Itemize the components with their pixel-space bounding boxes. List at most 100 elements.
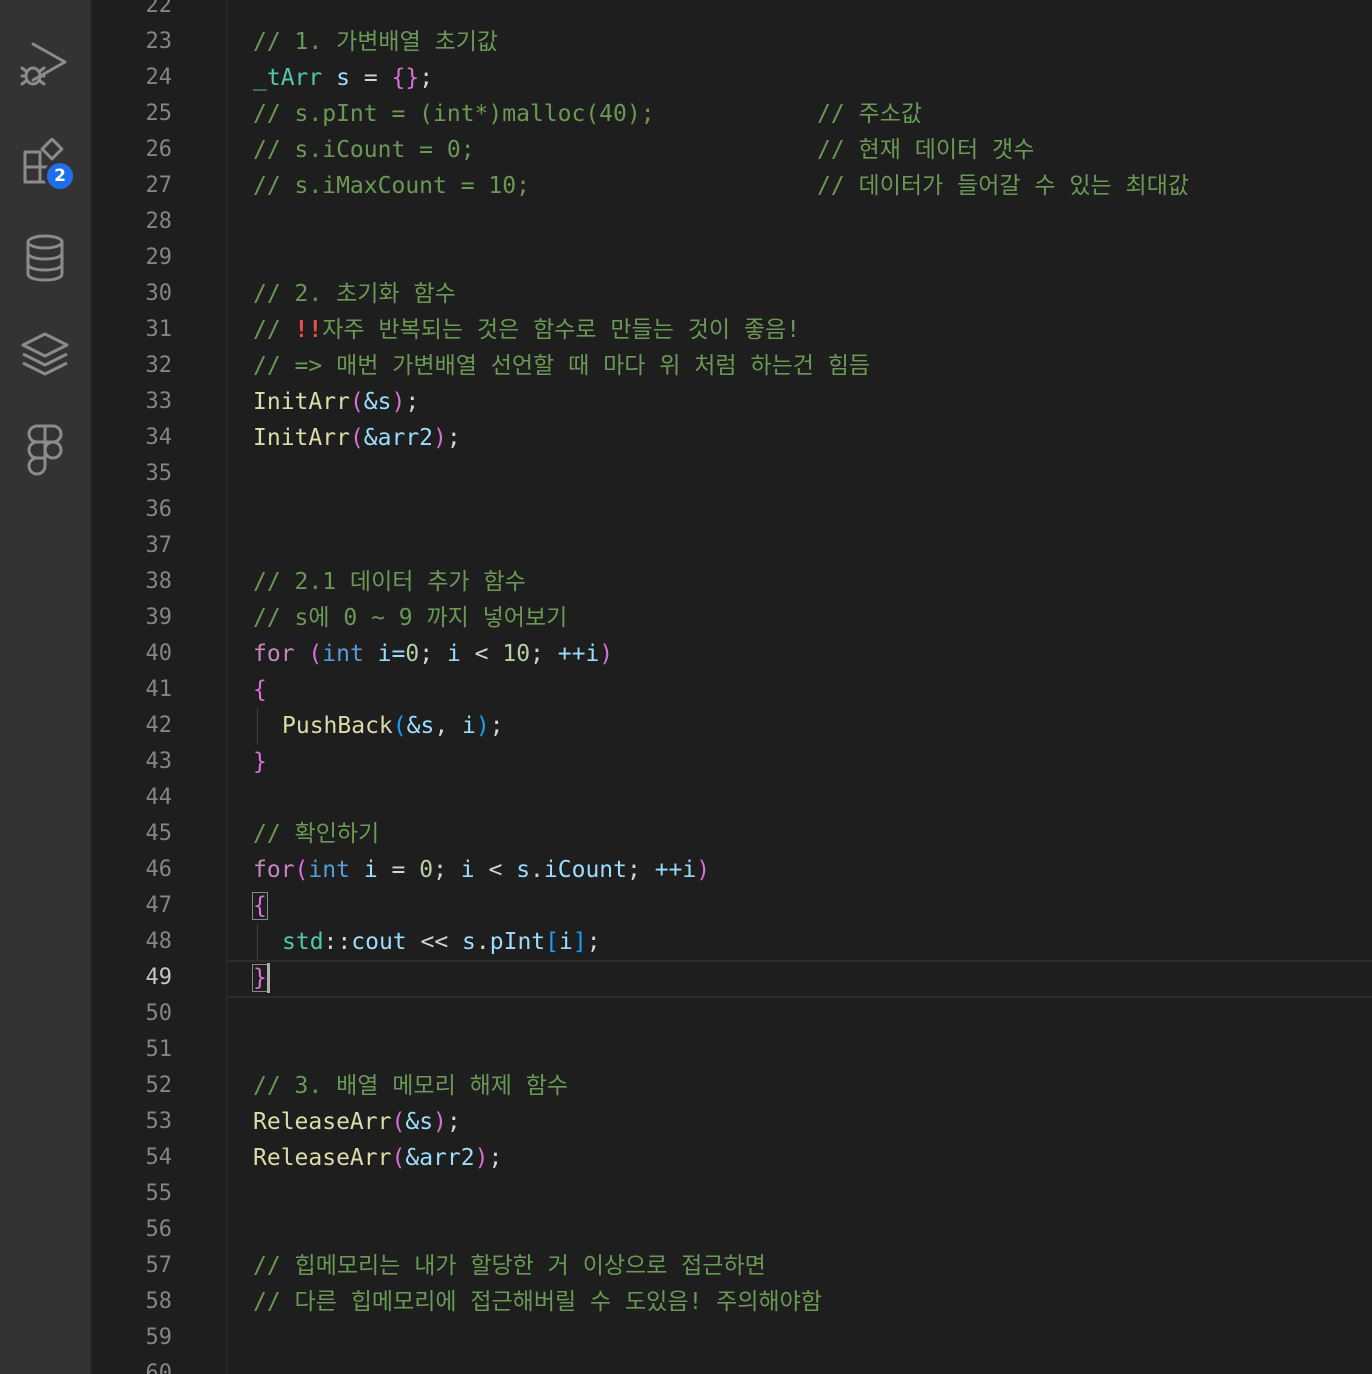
line-number: 47 — [145, 893, 173, 918]
line-number: 48 — [145, 929, 173, 954]
argument: &arr2 — [363, 425, 434, 451]
argument: &s — [363, 389, 392, 415]
code-line-58: // 다른 힙메모리에 접근해버릴 수 도있음! 주의해야함 — [253, 1289, 822, 1315]
argument: &arr2 — [405, 1145, 475, 1171]
index-var: i — [559, 929, 573, 955]
line-number: 43 — [145, 749, 173, 774]
line-number: 51 — [145, 1037, 173, 1062]
layers-icon — [21, 332, 69, 376]
brace-close: } — [405, 65, 420, 91]
code-line-46: for(int i = 0; i < s.iCount; ++i) — [253, 857, 711, 883]
line-number: 56 — [145, 1217, 173, 1242]
loop-init: i= — [377, 641, 406, 667]
line-number: 28 — [145, 209, 173, 234]
run-debug-icon — [20, 42, 67, 86]
code-editor-window: 2 22 23 24 25 26 27 28 29 30 31 32 33 34… — [0, 0, 1372, 1374]
code-line-49: } — [252, 960, 268, 996]
code-line-33: InitArr(&s); — [253, 389, 420, 415]
line-number: 46 — [145, 857, 173, 882]
keyword-for: for — [253, 641, 295, 667]
line-number: 34 — [145, 425, 173, 450]
line-number: 45 — [145, 821, 173, 846]
line-number: 29 — [145, 245, 173, 270]
function-name: InitArr — [253, 425, 350, 451]
object-name: s — [462, 929, 476, 955]
code-line-54: ReleaseArr(&arr2); — [253, 1145, 503, 1171]
code-line-48: std::cout << s.pInt[i]; — [282, 929, 601, 955]
commented-code: // s.iCount = 0; — [253, 137, 475, 163]
operator: < — [460, 641, 503, 667]
code-line-45: // 확인하기 — [253, 821, 380, 847]
code-line-41: { — [253, 677, 267, 703]
comment-prefix: // — [253, 317, 295, 343]
comment-text: 자주 반복되는 것은 함수로 만들는 것이 좋음! — [322, 317, 801, 343]
indent-guide — [257, 708, 258, 744]
code-line-31: // !!자주 반복되는 것은 함수로 만들는 것이 좋음! — [253, 312, 800, 348]
line-number: 52 — [145, 1073, 173, 1098]
line-number: 60 — [145, 1361, 173, 1374]
line-number: 58 — [145, 1289, 173, 1314]
loop-var: i — [446, 641, 461, 667]
function-name: ReleaseArr — [253, 1109, 392, 1135]
argument: i — [462, 713, 476, 739]
stream-object: cout — [351, 929, 407, 955]
code-line-47: { — [252, 888, 268, 924]
argument: &s — [405, 1109, 434, 1135]
line-number: 39 — [145, 605, 173, 630]
line-number: 42 — [145, 713, 173, 738]
increment: ++i — [654, 857, 697, 883]
function-name: PushBack — [282, 713, 393, 739]
member-name: pInt — [489, 929, 546, 955]
commented-code: // s.iMaxCount = 10; — [253, 173, 530, 199]
line-number: 22 — [145, 0, 173, 18]
code-line-25: // s.pInt = (int*)malloc(40); — [253, 96, 655, 132]
database-icon — [26, 234, 64, 282]
line-number: 26 — [145, 137, 173, 162]
line-number: 32 — [145, 353, 173, 378]
variable-name: s — [336, 65, 350, 91]
keyword-int: int — [308, 857, 350, 883]
line-number: 23 — [145, 29, 173, 54]
type-name: _tArr — [253, 65, 323, 91]
line-number: 33 — [145, 389, 173, 414]
line-number: 35 — [145, 461, 173, 486]
current-line-highlight — [227, 960, 1372, 998]
loop-var: i — [363, 857, 378, 883]
layers-button[interactable] — [0, 314, 90, 394]
matched-brace-close: } — [252, 964, 268, 992]
operator: << — [406, 929, 463, 955]
trailing-comment: // 현재 데이터 갯수 — [817, 137, 1035, 163]
line-number: 37 — [145, 533, 173, 558]
number-literal: 10 — [502, 641, 531, 667]
member-name: iCount — [543, 857, 627, 883]
line-number: 55 — [145, 1181, 173, 1206]
code-line-39: // s에 0 ~ 9 까지 넣어보기 — [253, 605, 568, 631]
code-line-30: // 2. 초기화 함수 — [253, 281, 456, 307]
line-number: 27 — [145, 173, 173, 198]
code-line-26: // s.iCount = 0; — [253, 132, 475, 168]
increment: ++i — [557, 641, 600, 667]
code-line-43: } — [253, 749, 267, 775]
object-name: s — [516, 857, 531, 883]
line-number-active: 49 — [145, 965, 173, 990]
namespace-name: std — [282, 929, 324, 955]
line-number: 25 — [145, 101, 173, 126]
trailing-comment: // 주소값 — [817, 101, 923, 127]
extensions-button[interactable] — [0, 122, 90, 202]
operator: = — [349, 65, 392, 91]
line-number: 57 — [145, 1253, 173, 1278]
semicolon: ; — [419, 65, 434, 91]
line-number: 38 — [145, 569, 173, 594]
brace-open: { — [391, 65, 406, 91]
figma-button[interactable] — [0, 410, 90, 490]
double-exclamation-icon: !! — [294, 317, 323, 343]
activity-bar: 2 — [0, 0, 92, 1374]
run-debug-button[interactable] — [0, 24, 90, 104]
code-text-area[interactable]: // 1. 가변배열 초기값 _tArr s = {}; // s.pInt =… — [227, 0, 1372, 1374]
function-name: ReleaseArr — [253, 1145, 392, 1171]
number-literal: 0 — [419, 857, 434, 883]
line-number: 40 — [145, 641, 173, 666]
database-button[interactable] — [0, 218, 90, 298]
line-number: 50 — [145, 1001, 173, 1026]
code-line-27: // s.iMaxCount = 10; — [253, 168, 530, 204]
